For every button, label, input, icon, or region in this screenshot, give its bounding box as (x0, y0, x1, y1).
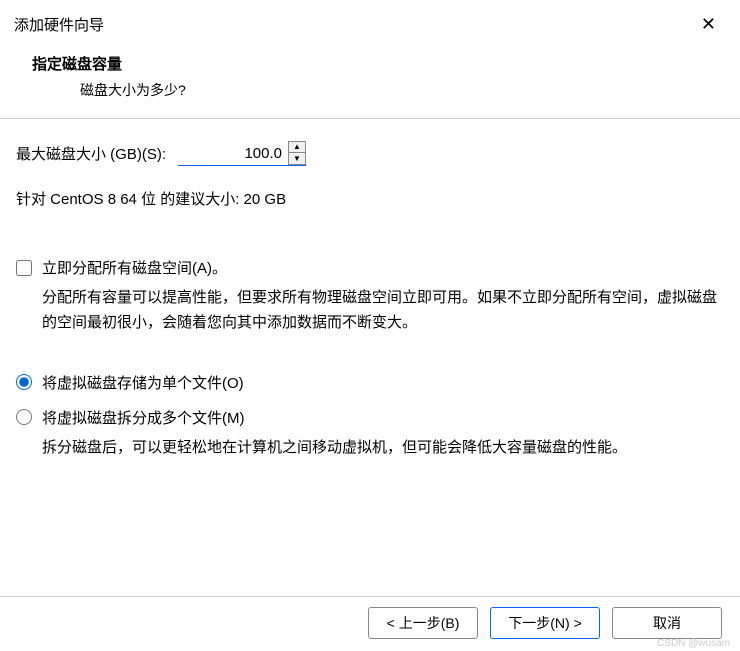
page-subtitle: 磁盘大小为多少? (32, 80, 740, 100)
allocate-now-checkbox[interactable] (16, 260, 32, 276)
disk-size-label: 最大磁盘大小 (GB)(S): (16, 143, 166, 164)
allocate-now-description: 分配所有容量可以提高性能，但要求所有物理磁盘空间立即可用。如果不立即分配所有空间… (16, 286, 724, 336)
spinner-down-icon[interactable]: ▼ (289, 153, 305, 164)
disk-size-input[interactable] (178, 141, 286, 165)
disk-size-spinner[interactable]: ▲ ▼ (178, 141, 306, 166)
wizard-header: 指定磁盘容量 磁盘大小为多少? (0, 47, 740, 118)
allocate-now-label: 立即分配所有磁盘空间(A)。 (42, 257, 227, 278)
store-split-option[interactable]: 将虚拟磁盘拆分成多个文件(M) (16, 407, 724, 428)
wizard-footer: < 上一步(B) 下一步(N) > 取消 (0, 596, 740, 651)
store-single-radio[interactable] (16, 374, 32, 390)
storage-mode-group: 将虚拟磁盘存储为单个文件(O) 将虚拟磁盘拆分成多个文件(M) 拆分磁盘后，可以… (16, 372, 724, 461)
back-button[interactable]: < 上一步(B) (368, 607, 478, 639)
spinner-up-icon[interactable]: ▲ (289, 142, 305, 153)
cancel-button[interactable]: 取消 (612, 607, 722, 639)
store-split-radio[interactable] (16, 409, 32, 425)
recommended-size-text: 针对 CentOS 8 64 位 的建议大小: 20 GB (16, 188, 724, 209)
store-split-label: 将虚拟磁盘拆分成多个文件(M) (42, 407, 245, 428)
store-single-option[interactable]: 将虚拟磁盘存储为单个文件(O) (16, 372, 724, 393)
allocate-now-option[interactable]: 立即分配所有磁盘空间(A)。 (16, 257, 724, 278)
store-split-description: 拆分磁盘后，可以更轻松地在计算机之间移动虚拟机，但可能会降低大容量磁盘的性能。 (16, 436, 724, 461)
next-button[interactable]: 下一步(N) > (490, 607, 600, 639)
window-title: 添加硬件向导 (14, 14, 104, 35)
store-single-label: 将虚拟磁盘存储为单个文件(O) (42, 372, 244, 393)
page-title: 指定磁盘容量 (32, 53, 740, 74)
close-icon[interactable]: ✕ (693, 10, 724, 39)
